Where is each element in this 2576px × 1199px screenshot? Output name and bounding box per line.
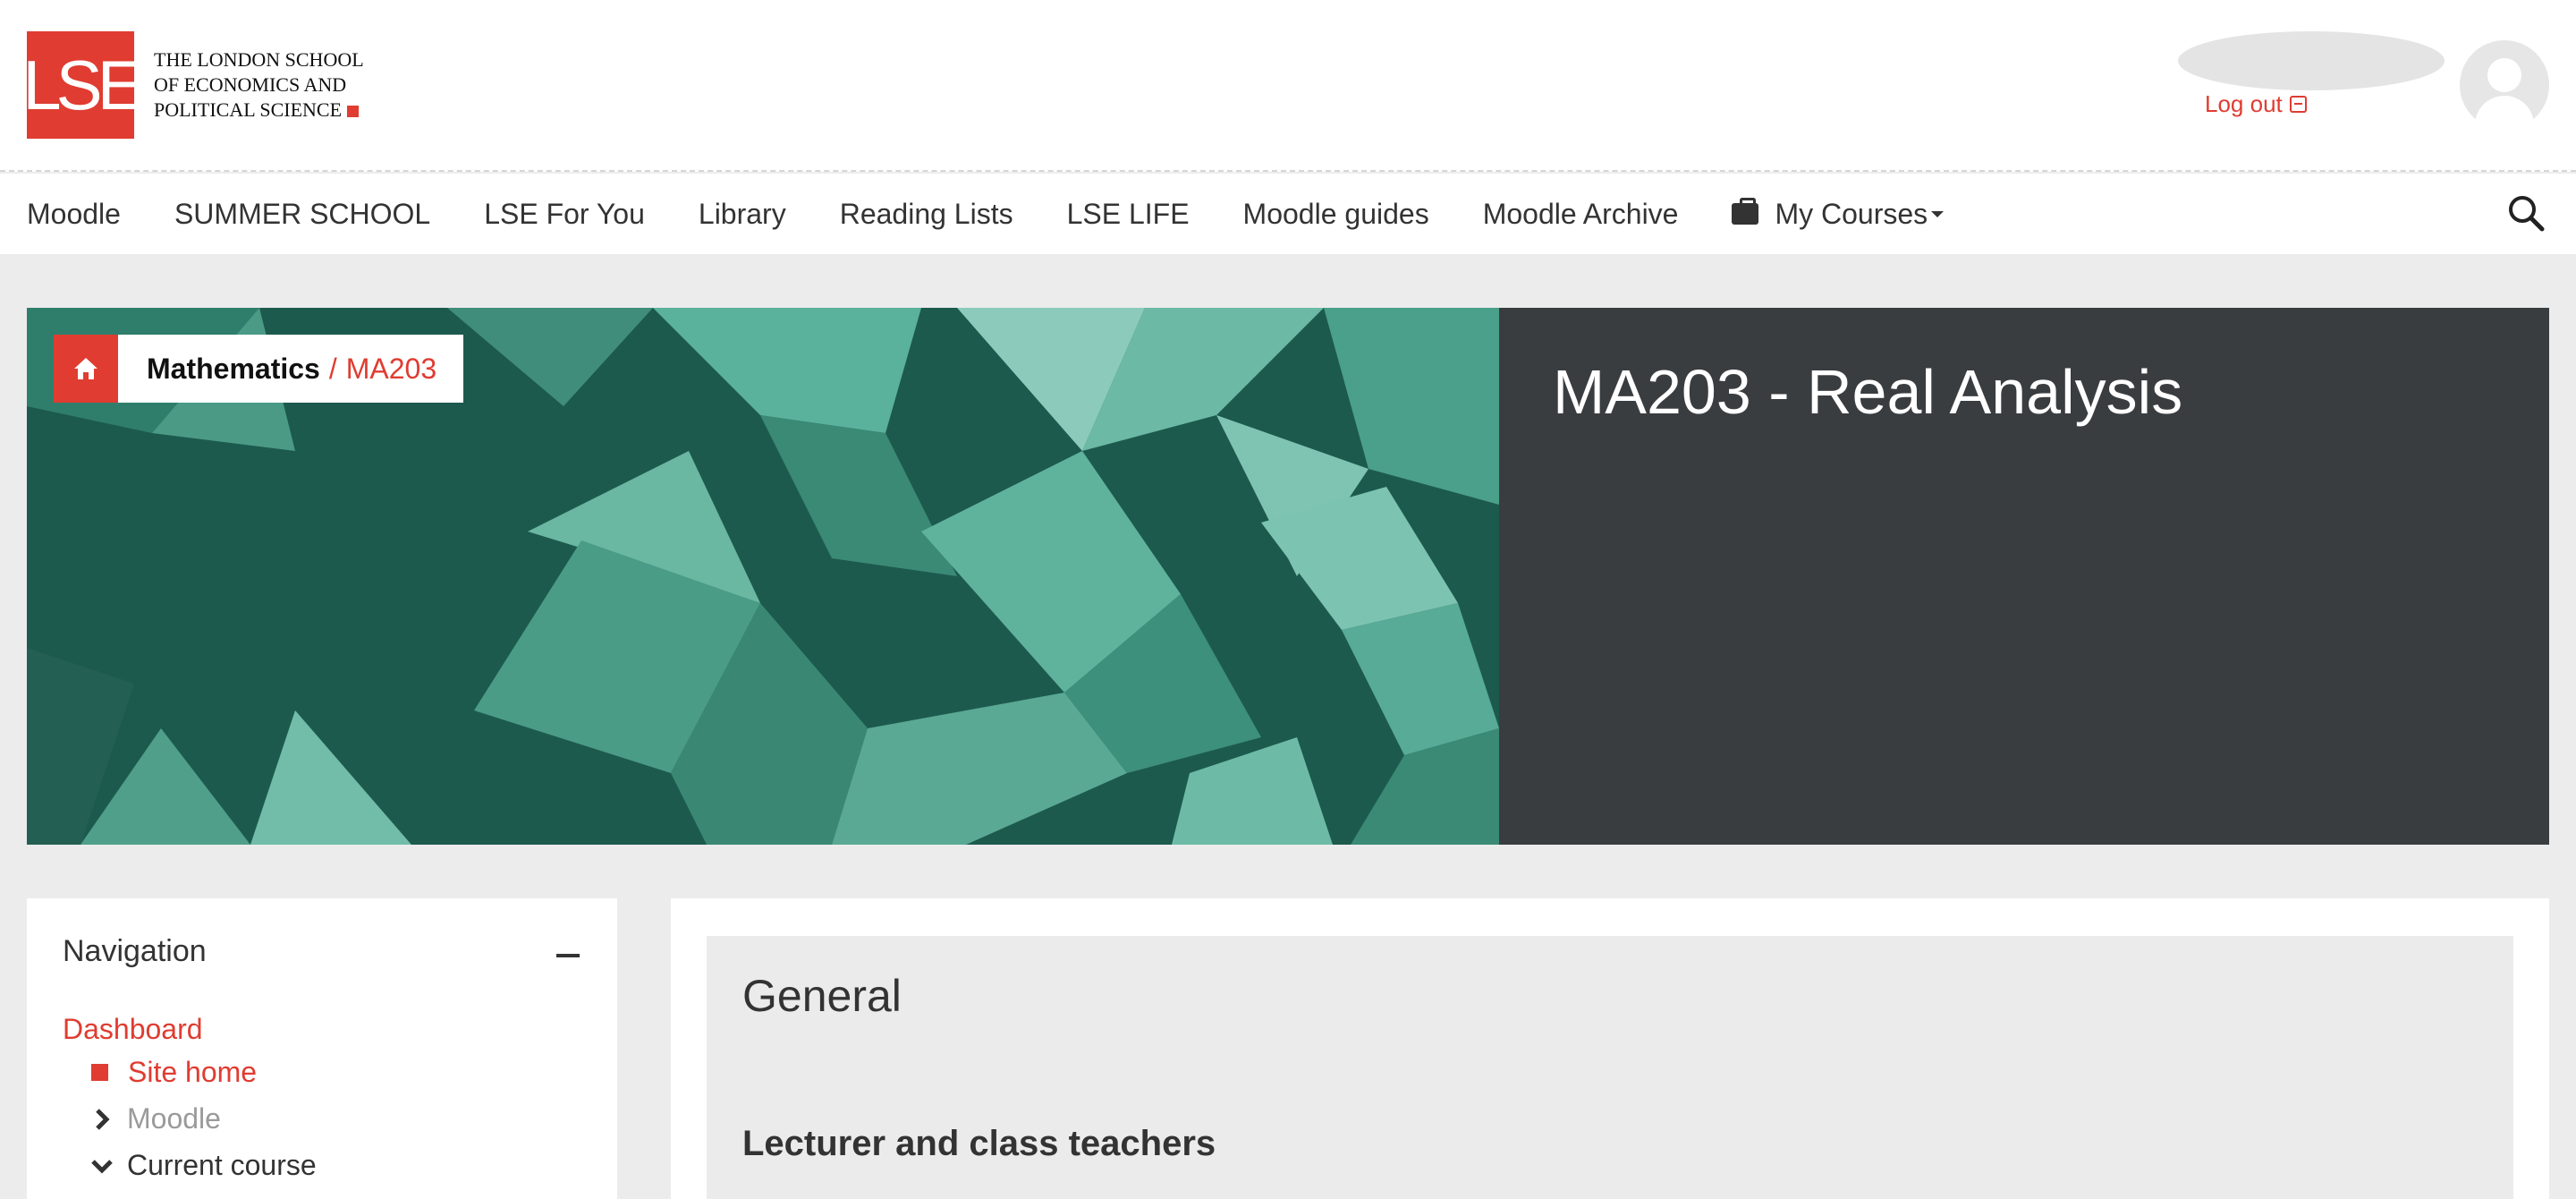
breadcrumb-current[interactable]: MA203 [346, 353, 436, 386]
breadcrumb-trail: Mathematics / MA203 [118, 335, 463, 403]
logo-line: OF ECONOMICS AND [154, 73, 347, 96]
lse-logo[interactable]: LSE THE LONDON SCHOOL OF ECONOMICS AND P… [22, 31, 364, 139]
user-menu: Log out [2178, 31, 2446, 121]
logo-wordmark: THE LONDON SCHOOL OF ECONOMICS AND POLIT… [154, 47, 364, 123]
section-general: General Lecturer and class teachers [707, 936, 2513, 1199]
nav-tree-current-course[interactable]: Current course [89, 1149, 317, 1182]
logout-icon [2289, 96, 2307, 113]
chevron-right-icon [96, 1108, 110, 1130]
nav-item-summer-school[interactable]: SUMMER SCHOOL [174, 198, 430, 231]
my-courses-dropdown[interactable]: My Courses [1732, 197, 1945, 231]
logo-square-icon [347, 106, 360, 118]
course-banner: Mathematics / MA203 MA203 - Real Analysi… [27, 308, 2549, 845]
nav-menu: Moodle SUMMER SCHOOL LSE For You Library… [27, 174, 1997, 254]
nav-tree-site-home[interactable]: Site home [89, 1056, 257, 1089]
search-icon[interactable] [2506, 193, 2546, 233]
section-title: General [742, 971, 902, 1021]
logo-line-last: POLITICAL SCIENCE [154, 98, 364, 123]
main-navbar: Moodle SUMMER SCHOOL LSE For You Library… [0, 174, 2576, 254]
banner-image: Mathematics / MA203 [27, 308, 1499, 845]
nav-tree-label: Site home [128, 1056, 258, 1088]
logout-link[interactable]: Log out [2205, 90, 2307, 118]
nav-item-moodle-guides[interactable]: Moodle guides [1243, 198, 1429, 231]
logo-mark: LSE [22, 31, 144, 139]
redacted-username [2178, 31, 2445, 90]
nav-item-lse-for-you[interactable]: LSE For You [484, 198, 645, 231]
chevron-down-icon [91, 1159, 113, 1174]
nav-item-lse-life[interactable]: LSE LIFE [1067, 198, 1190, 231]
nav-dashboard-link[interactable]: Dashboard [63, 1013, 203, 1046]
nav-item-moodle-archive[interactable]: Moodle Archive [1483, 198, 1679, 231]
briefcase-icon [1732, 198, 1759, 225]
navigation-block-title: Navigation [63, 934, 207, 968]
nav-tree-label: Moodle [127, 1102, 221, 1135]
course-content: General Lecturer and class teachers [671, 898, 2549, 1199]
logout-label: Log out [2205, 90, 2283, 117]
section-subheading: Lecturer and class teachers [742, 1124, 1216, 1163]
nav-item-moodle[interactable]: Moodle [27, 198, 121, 231]
nav-item-reading-lists[interactable]: Reading Lists [840, 198, 1013, 231]
site-header: LSE THE LONDON SCHOOL OF ECONOMICS AND P… [0, 0, 2576, 172]
breadcrumb: Mathematics / MA203 [54, 335, 464, 403]
banner-title-panel: MA203 - Real Analysis [1499, 308, 2549, 845]
square-bullet-icon [91, 1064, 108, 1081]
collapse-minus-icon[interactable] [556, 954, 580, 957]
logo-line: POLITICAL SCIENCE [154, 98, 343, 121]
logo-line: THE LONDON SCHOOL [154, 48, 364, 71]
user-avatar-icon[interactable] [2460, 40, 2549, 130]
breadcrumb-category[interactable]: Mathematics [147, 353, 320, 386]
home-icon[interactable] [54, 335, 118, 403]
nav-tree-moodle[interactable]: Moodle [89, 1102, 221, 1135]
nav-item-library[interactable]: Library [699, 198, 786, 231]
caret-down-icon [1931, 210, 1945, 217]
course-title: MA203 - Real Analysis [1553, 357, 2183, 427]
breadcrumb-separator: / [328, 352, 337, 385]
nav-tree-label: Current course [127, 1149, 317, 1181]
navigation-block: Navigation Dashboard Site home Moodle Cu… [27, 898, 617, 1199]
my-courses-label: My Courses [1775, 197, 1928, 230]
